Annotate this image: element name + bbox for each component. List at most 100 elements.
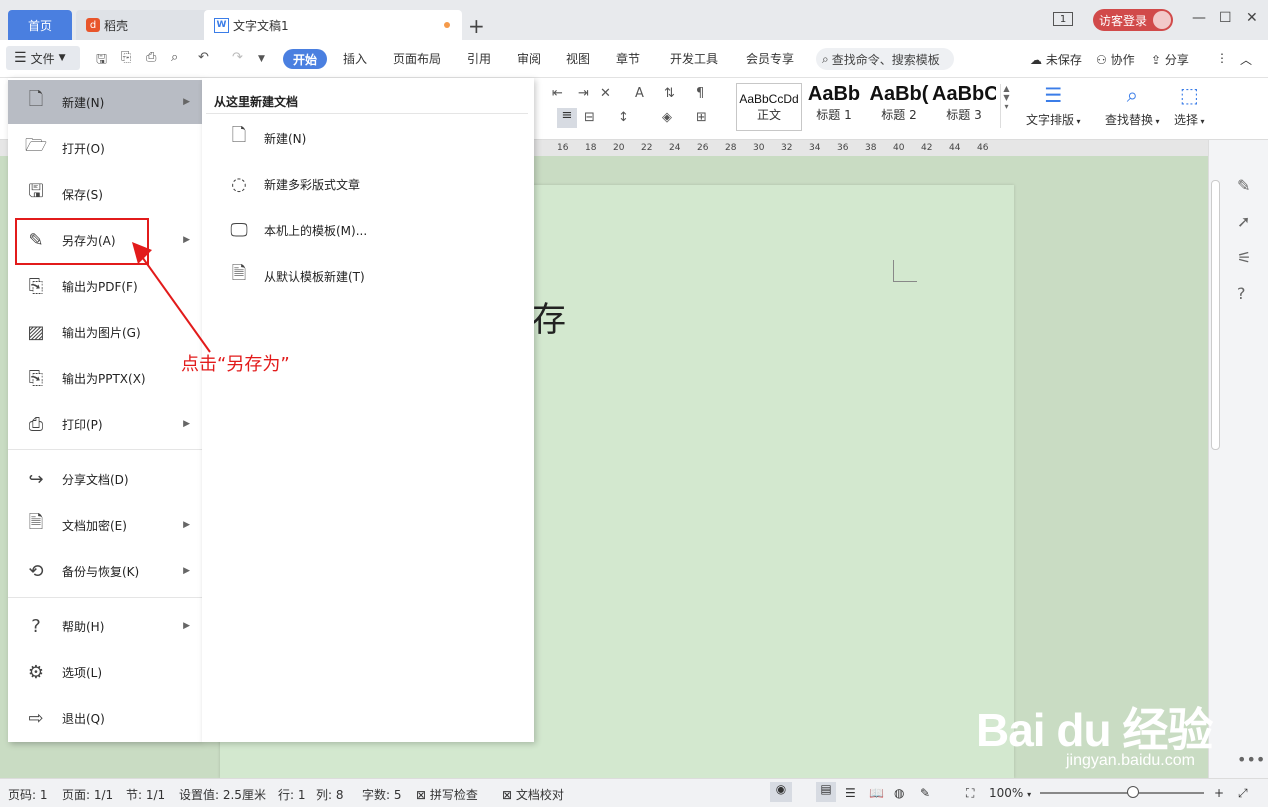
ribbon-tab-insert[interactable]: 插入 xyxy=(343,50,367,67)
submenu-item-default-template[interactable]: 🗎 从默认模板新建(T) xyxy=(228,261,365,291)
status-page-number[interactable]: 页码: 1 xyxy=(8,786,48,803)
zoom-slider[interactable] xyxy=(1040,792,1204,794)
menu-item-share[interactable]: ↪ 分享文档(D) xyxy=(8,457,202,501)
fit-page-icon[interactable]: ⛶ xyxy=(966,786,974,801)
submenu-item-local-template[interactable]: 🖵 本机上的模板(M)... xyxy=(228,215,367,245)
ribbon-tab-member[interactable]: 会员专享 xyxy=(746,50,794,67)
collaborate-button[interactable]: ⚇ 协作 xyxy=(1096,51,1135,68)
ribbon-tab-chapter[interactable]: 章节 xyxy=(616,50,640,67)
vertical-scrollbar[interactable] xyxy=(1211,180,1220,450)
menu-item-new[interactable]: 🗋 新建(N) ▶ xyxy=(8,80,202,124)
tab-docer[interactable]: d 稻壳 xyxy=(76,10,210,40)
printer-icon: ⎙ xyxy=(28,413,44,435)
status-words[interactable]: 字数: 5 xyxy=(362,786,402,803)
proofread-button[interactable]: ⊠ 文档校对 xyxy=(502,786,564,803)
clear-format-icon[interactable]: ✕ xyxy=(600,86,611,101)
find-replace-button[interactable]: ⌕ 查找替换 ▾ xyxy=(1105,83,1160,128)
style-heading-3[interactable]: AaBbC 标题 3 xyxy=(932,83,996,129)
show-marks-icon[interactable]: ¶ xyxy=(696,86,704,101)
close-icon[interactable]: ✕ xyxy=(1246,10,1258,26)
border-icon[interactable]: ⊞ xyxy=(696,110,707,125)
save-icon[interactable]: 🖫 xyxy=(96,50,107,72)
hamburger-icon: ☰ xyxy=(14,50,27,66)
menu-item-open[interactable]: 🗁 打开(O) xyxy=(8,126,202,170)
status-page[interactable]: 页面: 1/1 xyxy=(62,786,113,803)
tab-docer-label: 稻壳 xyxy=(104,18,129,33)
document-text[interactable]: 存 xyxy=(532,292,566,341)
spell-check-button[interactable]: ⊠ 拼写检查 xyxy=(416,786,478,803)
page-view-icon[interactable]: ▤ xyxy=(816,782,836,802)
web-view-icon[interactable]: ◍ xyxy=(894,786,904,800)
indent-icon[interactable]: ⇤ xyxy=(552,86,563,101)
text-direction-icon[interactable]: A xyxy=(635,86,644,101)
menu-item-export-pptx[interactable]: ⎘ 输出为PPTX(X) xyxy=(8,356,202,400)
menu-item-print[interactable]: ⎙ 打印(P) ▶ xyxy=(8,402,202,446)
file-menu-button[interactable]: ☰ 文件 ▼ xyxy=(6,46,80,70)
minimize-icon[interactable]: — xyxy=(1192,10,1206,26)
status-col[interactable]: 列: 8 xyxy=(316,786,344,803)
styles-more-icon[interactable]: ▲ ▼ ▾ xyxy=(1000,84,1012,128)
zoom-level-dropdown[interactable]: 100% ▾ xyxy=(989,786,1031,800)
style-heading-1[interactable]: AaBb 标题 1 xyxy=(802,83,866,129)
outline-view-icon[interactable]: ☰ xyxy=(845,786,856,800)
ribbon-tab-developer[interactable]: 开发工具 xyxy=(670,50,718,67)
distribute-icon[interactable]: ⊟ xyxy=(584,110,595,125)
status-section[interactable]: 节: 1/1 xyxy=(126,786,165,803)
ribbon-tab-start[interactable]: 开始 xyxy=(283,49,327,69)
style-normal[interactable]: AaBbCcDd 正文 xyxy=(736,83,802,131)
redo-icon[interactable]: ↷ xyxy=(232,50,243,65)
shading-icon[interactable]: ◈ xyxy=(662,110,672,125)
ribbon-tab-page-layout[interactable]: 页面布局 xyxy=(393,50,441,67)
text-layout-button[interactable]: ☰ 文字排版 ▾ xyxy=(1026,83,1081,128)
cursor-icon[interactable]: ➚ xyxy=(1237,212,1250,231)
maximize-icon[interactable]: ☐ xyxy=(1219,10,1232,26)
menu-item-exit[interactable]: ⇨ 退出(Q) xyxy=(8,696,202,740)
justify-icon[interactable]: ≡ xyxy=(557,108,577,128)
write-view-icon[interactable]: ✎ xyxy=(920,786,930,800)
tab-document[interactable]: W 文字文稿1 xyxy=(204,10,462,40)
line-spacing-icon[interactable]: ↕ xyxy=(618,110,629,125)
word-doc-icon: W xyxy=(214,17,229,33)
ribbon-tab-references[interactable]: 引用 xyxy=(467,50,491,67)
style-heading-2[interactable]: AaBb(标题 2 xyxy=(867,83,931,129)
submenu-item-new[interactable]: 🗋 新建(N) xyxy=(228,123,307,153)
login-button[interactable]: 访客登录 xyxy=(1093,9,1173,31)
collapse-ribbon-icon[interactable]: ︿ xyxy=(1240,51,1252,68)
help-icon[interactable]: ? xyxy=(1237,284,1246,303)
fullscreen-icon[interactable]: ⤢ xyxy=(1238,786,1248,801)
print-preview-icon[interactable]: ⌕ xyxy=(171,50,178,65)
new-tab-button[interactable]: + xyxy=(468,14,485,38)
outdent-icon[interactable]: ⇥ xyxy=(578,86,589,101)
eye-protection-icon[interactable]: ◉ xyxy=(770,782,792,802)
export-pdf-icon[interactable]: ⎘ xyxy=(121,50,131,65)
status-row[interactable]: 行: 1 xyxy=(278,786,306,803)
sort-icon[interactable]: ⇅ xyxy=(664,86,675,101)
menu-item-help[interactable]: ? 帮助(H) ▶ xyxy=(8,604,202,648)
more-dots-icon[interactable]: ••• xyxy=(1237,750,1265,769)
unsaved-status[interactable]: ☁ 未保存 xyxy=(1030,51,1082,68)
pen-icon[interactable]: ✎ xyxy=(1237,176,1250,195)
menu-item-save[interactable]: 🖫 保存(S) xyxy=(8,172,202,216)
read-view-icon[interactable]: 📖 xyxy=(869,786,884,800)
tab-home[interactable]: 首页 xyxy=(8,10,72,40)
ribbon-tab-view[interactable]: 视图 xyxy=(566,50,590,67)
more-icon[interactable]: ⋮ xyxy=(1216,51,1228,65)
annotation-arrow-icon xyxy=(132,242,211,353)
submenu-item-new-article[interactable]: ◌ 新建多彩版式文章 xyxy=(228,169,360,199)
undo-icon[interactable]: ↶ xyxy=(198,50,209,65)
proofread-icon: ⊠ xyxy=(502,788,513,802)
ribbon-tab-review[interactable]: 审阅 xyxy=(517,50,541,67)
quick-access-more-icon[interactable]: ▼ xyxy=(258,54,265,64)
zoom-slider-handle[interactable] xyxy=(1127,786,1139,798)
menu-item-backup[interactable]: ⟲ 备份与恢复(K) ▶ xyxy=(8,549,202,593)
zoom-in-icon[interactable]: + xyxy=(1214,786,1224,800)
print-icon[interactable]: ⎙ xyxy=(146,50,156,65)
page-count-icon[interactable]: 1 xyxy=(1053,12,1073,26)
status-setting[interactable]: 设置值: 2.5厘米 xyxy=(179,786,266,803)
command-search-input[interactable]: ⌕ 查找命令、搜索模板 xyxy=(816,48,954,70)
select-button[interactable]: ⬚ 选择 ▾ xyxy=(1174,83,1205,128)
menu-item-encrypt[interactable]: 🗎 文档加密(E) ▶ xyxy=(8,503,202,547)
menu-item-options[interactable]: ⚙ 选项(L) xyxy=(8,650,202,694)
share-button[interactable]: ⇪ 分享 xyxy=(1151,51,1189,68)
adjust-icon[interactable]: ⚟ xyxy=(1237,248,1251,267)
